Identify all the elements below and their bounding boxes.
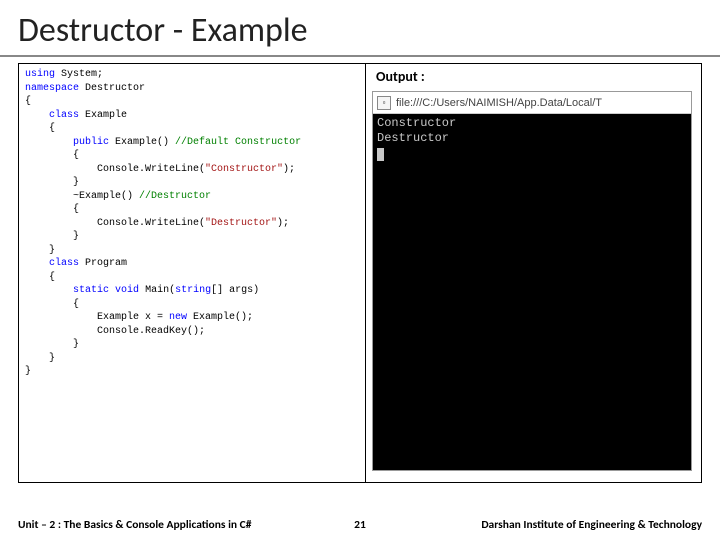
code-kw: new <box>169 312 187 323</box>
file-icon: ▫ <box>377 96 391 110</box>
code-text: } <box>25 177 79 188</box>
code-text: ); <box>283 164 295 175</box>
cursor-icon <box>377 148 384 161</box>
output-box: Output : ▫ file:///C:/Users/NAIMISH/App.… <box>366 63 702 483</box>
code-kw: void <box>115 285 139 296</box>
code-text: } <box>25 245 55 256</box>
code-text: } <box>25 353 55 364</box>
code-text: Program <box>79 258 127 269</box>
code-text: Example(); <box>187 312 253 323</box>
slide-title: Destructor - Example <box>0 0 720 55</box>
footer-left: Unit – 2 : The Basics & Console Applicat… <box>18 518 326 532</box>
code-string: "Destructor" <box>205 218 277 229</box>
code-comment: //Destructor <box>139 191 211 202</box>
code-text: { <box>25 299 79 310</box>
page-number: 21 <box>326 518 394 532</box>
console-line: Constructor <box>377 116 687 131</box>
code-kw: string <box>175 285 211 296</box>
code-text: Example <box>79 110 127 121</box>
title-underline <box>0 55 720 57</box>
code-text: } <box>25 231 79 242</box>
code-kw: class <box>49 110 79 121</box>
code-string: "Constructor" <box>205 164 283 175</box>
code-text: { <box>25 123 55 134</box>
code-text: Console.WriteLine( <box>25 164 205 175</box>
code-text: Example x = <box>25 312 169 323</box>
code-text <box>25 258 49 269</box>
content-row: using System; namespace Destructor { cla… <box>0 63 720 483</box>
console-body: Constructor Destructor <box>373 114 691 168</box>
code-kw: public <box>73 137 109 148</box>
code-text: ~Example() <box>25 191 139 202</box>
code-text: Console.WriteLine( <box>25 218 205 229</box>
code-text: { <box>25 96 31 107</box>
footer-right: Darshan Institute of Engineering & Techn… <box>394 518 702 532</box>
code-kw: namespace <box>25 83 79 94</box>
code-kw: using <box>25 69 55 80</box>
code-text <box>25 285 73 296</box>
code-text: } <box>25 339 79 350</box>
console-line: Destructor <box>377 131 687 146</box>
code-kw: static <box>73 285 109 296</box>
code-text: ); <box>277 218 289 229</box>
code-text: System; <box>55 69 103 80</box>
code-text: { <box>25 272 55 283</box>
code-kw: class <box>49 258 79 269</box>
console-url: file:///C:/Users/NAIMISH/App.Data/Local/… <box>396 97 602 109</box>
code-text: Example() <box>109 137 175 148</box>
code-text: { <box>25 150 79 161</box>
code-text: { <box>25 204 79 215</box>
code-comment: //Default Constructor <box>175 137 301 148</box>
output-label: Output : <box>372 68 695 85</box>
console-window: ▫ file:///C:/Users/NAIMISH/App.Data/Loca… <box>372 91 692 471</box>
code-text: Main( <box>139 285 175 296</box>
code-text: Console.ReadKey(); <box>25 326 205 337</box>
console-urlbar: ▫ file:///C:/Users/NAIMISH/App.Data/Loca… <box>373 92 691 114</box>
code-text: [] args) <box>211 285 259 296</box>
code-text: Destructor <box>79 83 145 94</box>
code-text <box>25 110 49 121</box>
code-text: } <box>25 366 31 377</box>
footer: Unit – 2 : The Basics & Console Applicat… <box>0 518 720 532</box>
code-box: using System; namespace Destructor { cla… <box>18 63 366 483</box>
code-text <box>25 137 73 148</box>
